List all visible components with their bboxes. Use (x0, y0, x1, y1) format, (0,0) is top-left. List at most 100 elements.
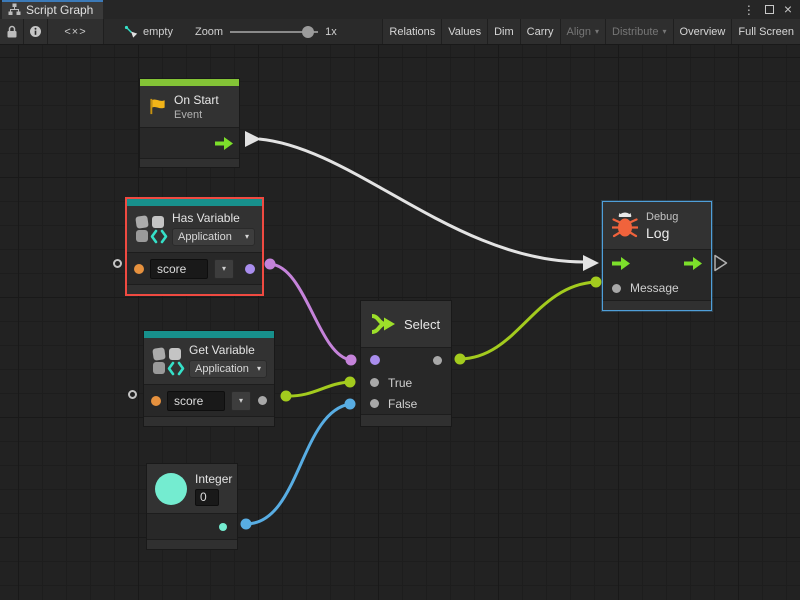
variable-name-field[interactable]: score (150, 259, 208, 279)
overview-label: Overview (680, 26, 726, 38)
zoom-slider[interactable] (230, 19, 318, 45)
message-input-port[interactable] (612, 284, 621, 293)
node-select[interactable]: Select True False (360, 300, 452, 427)
on-start-header: On Start Event (140, 86, 239, 128)
overview-button[interactable]: Overview (673, 19, 732, 44)
node-title: Log (646, 225, 678, 241)
integer-value-input[interactable] (195, 489, 219, 506)
carry-button[interactable]: Carry (520, 19, 560, 44)
chevron-down-icon: ▾ (663, 28, 667, 36)
align-dropdown[interactable]: Align ▾ (560, 19, 605, 44)
variable-name-input-port[interactable] (134, 264, 144, 274)
flow-output-port[interactable] (684, 257, 702, 270)
select-true-row: True (361, 372, 451, 393)
variable-name-dropdown-button[interactable]: ▾ (231, 391, 251, 411)
bug-icon (612, 212, 638, 239)
select-condition-input-port[interactable] (370, 355, 380, 365)
variable-name-value: score (157, 262, 186, 276)
select-header: Select (361, 301, 451, 348)
lock-button[interactable] (0, 19, 24, 44)
values-button[interactable]: Values (441, 19, 487, 44)
carry-label: Carry (527, 26, 554, 38)
values-label: Values (448, 26, 481, 38)
get-variable-port-row: score ▾ (144, 385, 274, 416)
zoom-slider-handle[interactable] (302, 26, 314, 38)
node-title: On Start (174, 93, 219, 107)
zoom-value: 1x (325, 26, 337, 38)
debug-log-flow-row (603, 250, 711, 276)
distribute-dropdown[interactable]: Distribute ▾ (605, 19, 672, 44)
node-title: Select (404, 317, 440, 332)
node-integer[interactable]: Integer (146, 463, 238, 550)
chevron-down-icon: ▾ (245, 233, 249, 241)
node-footer (147, 539, 237, 549)
tab-label: Script Graph (26, 3, 93, 17)
variables-icon (134, 214, 168, 244)
flow-input-port[interactable] (612, 257, 630, 270)
toolbar-gap (104, 19, 116, 44)
align-label: Align (567, 26, 591, 38)
maximize-icon[interactable] (765, 5, 774, 14)
zoom-control: Zoom 1x (195, 19, 337, 44)
dim-button[interactable]: Dim (487, 19, 520, 44)
node-footer (127, 284, 262, 294)
select-output-port[interactable] (433, 356, 442, 365)
flow-output-port[interactable] (215, 137, 233, 150)
info-button[interactable] (24, 19, 48, 44)
node-has-variable[interactable]: Has Variable Application ▾ score ▾ (125, 197, 264, 296)
code-view-button[interactable]: <×> (48, 19, 104, 44)
relations-button[interactable]: Relations (382, 19, 441, 44)
debug-log-titles: Debug Log (646, 211, 678, 241)
get-variable-hidden-input-port[interactable] (128, 390, 137, 399)
fullscreen-button[interactable]: Full Screen (731, 19, 800, 44)
zoom-label: Zoom (195, 26, 223, 38)
select-false-row: False (361, 393, 451, 414)
has-variable-hidden-input-port[interactable] (113, 259, 122, 268)
variable-name-field[interactable]: score (167, 391, 225, 411)
select-false-input-port[interactable] (370, 399, 379, 408)
debug-log-unconnected-flow-port[interactable] (713, 254, 729, 272)
variable-scope-dropdown[interactable]: Application ▾ (172, 228, 255, 246)
node-category: Debug (646, 211, 678, 223)
node-debug-log[interactable]: Debug Log Message (602, 201, 712, 311)
integer-header: Integer (147, 464, 237, 514)
get-variable-titles: Get Variable Application ▾ (189, 343, 267, 378)
node-title: Integer (195, 472, 232, 486)
get-variable-header: Get Variable Application ▾ (144, 338, 274, 385)
variable-name-value: score (174, 394, 203, 408)
has-variable-header: Has Variable Application ▾ (127, 206, 262, 253)
variable-name-input-port[interactable] (151, 396, 161, 406)
chevron-down-icon: ▾ (239, 397, 243, 405)
variable-name-dropdown-button[interactable]: ▾ (214, 259, 234, 279)
fullscreen-label: Full Screen (738, 26, 794, 38)
relations-label: Relations (389, 26, 435, 38)
node-footer (144, 416, 274, 426)
chevron-down-icon: ▾ (595, 28, 599, 36)
on-start-titles: On Start Event (174, 93, 219, 121)
node-get-variable[interactable]: Get Variable Application ▾ score ▾ (143, 330, 275, 427)
lock-icon (6, 25, 18, 39)
close-icon[interactable]: × (784, 5, 792, 14)
select-condition-row (361, 348, 451, 372)
info-icon (29, 25, 42, 38)
node-title: Get Variable (189, 343, 267, 357)
node-color-strip (140, 79, 239, 86)
script-graph-window: Script Graph ⋮ × <×> (0, 0, 800, 600)
distribute-label: Distribute (612, 26, 658, 38)
select-true-input-port[interactable] (370, 378, 379, 387)
variables-icon (151, 346, 185, 376)
has-variable-port-row: score ▾ (127, 253, 262, 284)
node-on-start[interactable]: On Start Event (139, 78, 240, 168)
toolbar-buttons: Relations Values Dim Carry Align ▾ Distr… (382, 19, 800, 44)
get-variable-output-port[interactable] (258, 396, 267, 405)
scope-value: Application (195, 363, 249, 375)
variable-scope-dropdown[interactable]: Application ▾ (189, 360, 267, 378)
titlebar: Script Graph ⋮ × (0, 0, 800, 19)
debug-log-header: Debug Log (603, 202, 711, 250)
integer-output-port[interactable] (219, 523, 227, 531)
node-subtitle: Event (174, 109, 219, 121)
has-variable-output-port[interactable] (245, 264, 255, 274)
tab-script-graph[interactable]: Script Graph (2, 0, 103, 19)
kebab-menu-icon[interactable]: ⋮ (743, 3, 755, 17)
select-merge-icon (370, 312, 396, 336)
